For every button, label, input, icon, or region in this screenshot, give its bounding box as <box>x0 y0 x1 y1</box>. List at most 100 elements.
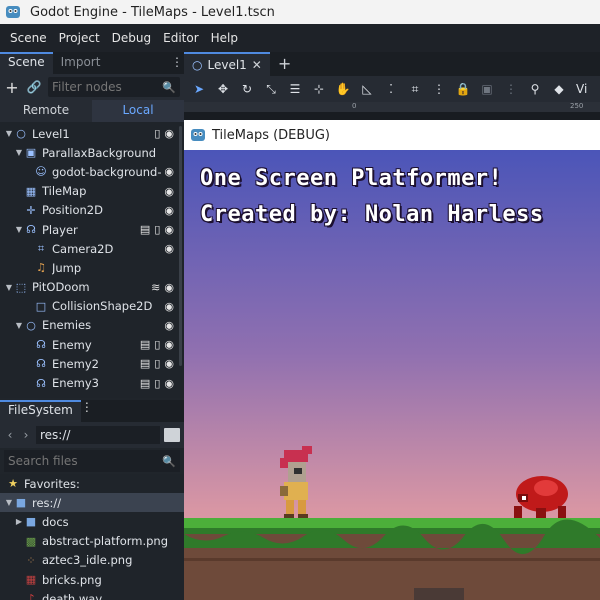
scene-tab-level1[interactable]: ○ Level1 ✕ <box>184 52 270 76</box>
tree-row-camera2d[interactable]: ⌗ Camera2D ◉ <box>0 239 184 258</box>
menu-help[interactable]: Help <box>205 31 244 45</box>
signal-icon[interactable]: ≋ <box>151 281 160 294</box>
script-icon[interactable]: ▯ <box>154 127 160 140</box>
back-arrow-icon[interactable]: ‹ <box>4 428 16 442</box>
game-title-line2: Created by: Nolan Harless <box>200 202 544 227</box>
collapse-arrow-icon[interactable]: ▼ <box>14 321 24 330</box>
forward-arrow-icon[interactable]: › <box>20 428 32 442</box>
menu-project[interactable]: Project <box>53 31 106 45</box>
scene-tree-scrollbar[interactable] <box>179 126 182 366</box>
tree-row-pitodoom[interactable]: ▼ ⬚ PitODoom ≋ ◉ <box>0 278 184 297</box>
tree-row-tilemap[interactable]: ▦ TileMap ◉ <box>0 182 184 201</box>
visibility-eye-icon[interactable]: ◉ <box>164 127 174 140</box>
tree-row-enemies[interactable]: ▼ ○ Enemies ◉ <box>0 316 184 335</box>
visibility-eye-icon[interactable]: ◉ <box>164 204 174 217</box>
tree-row-label: Enemy2 <box>52 356 99 371</box>
clapper-icon[interactable]: ▤ <box>140 357 150 370</box>
bone-icon[interactable]: ⚲ <box>524 82 546 96</box>
fs-row-death-wav[interactable]: ♪ death.wav <box>0 589 184 600</box>
godot-logo-icon <box>191 129 205 141</box>
instance-scene-icon[interactable]: 🔗 <box>26 80 42 94</box>
fs-row-label: death.wav <box>42 591 103 600</box>
search-icon: 🔍 <box>162 80 176 94</box>
expand-arrow-icon[interactable]: ▶ <box>14 517 24 526</box>
clapper-icon[interactable]: ▤ <box>140 223 150 236</box>
add-node-icon[interactable]: + <box>4 78 20 97</box>
ruler-tool-icon[interactable]: ◺ <box>356 82 378 96</box>
collapse-arrow-icon[interactable]: ▼ <box>14 225 24 234</box>
filter-nodes-field[interactable]: 🔍 <box>48 77 180 97</box>
menu-debug[interactable]: Debug <box>106 31 157 45</box>
view-menu[interactable]: Vi <box>576 82 587 96</box>
menu-editor[interactable]: Editor <box>157 31 205 45</box>
collapse-arrow-icon[interactable]: ▼ <box>14 148 24 157</box>
pan-tool-icon[interactable]: ✋ <box>332 82 354 96</box>
tab-scene[interactable]: Scene <box>0 52 53 74</box>
tree-row-collisionshape2d[interactable]: □ CollisionShape2D ◉ <box>0 297 184 316</box>
dock-menu-icon[interactable]: ⋮ <box>81 400 93 422</box>
filesystem-path-field[interactable]: res:// <box>36 426 160 444</box>
script-icon[interactable]: ▯ <box>154 377 160 390</box>
game-viewport[interactable]: One Screen Platformer! Created by: Nolan… <box>184 150 600 600</box>
fs-row-res[interactable]: ▼ ■ res:// <box>0 493 184 513</box>
group-icon[interactable]: ▣ <box>476 82 498 96</box>
scale-tool-icon[interactable]: ⤡ <box>260 82 282 97</box>
visibility-eye-icon[interactable]: ◉ <box>164 242 174 255</box>
visibility-eye-icon[interactable]: ◉ <box>164 357 174 370</box>
grid-snap-icon[interactable]: ⌗ <box>404 82 426 97</box>
tab-filesystem[interactable]: FileSystem <box>0 400 81 422</box>
select-tool-icon[interactable]: ➤ <box>188 82 210 96</box>
rotate-tool-icon[interactable]: ↻ <box>236 82 258 96</box>
script-icon[interactable]: ▯ <box>154 223 160 236</box>
add-tab-icon[interactable]: + <box>270 52 299 76</box>
fs-row-docs[interactable]: ▶ ■ docs <box>0 512 184 531</box>
collapse-arrow-icon[interactable]: ▼ <box>4 283 14 292</box>
visibility-eye-icon[interactable]: ◉ <box>164 300 174 313</box>
fs-row-favorites[interactable]: ★ Favorites: <box>0 474 184 493</box>
pivot-icon[interactable]: ⊹ <box>308 82 330 96</box>
camera-override-icon[interactable]: ◆ <box>548 82 570 96</box>
local-button[interactable]: Local <box>92 100 184 122</box>
tree-row-position2d[interactable]: ✛ Position2D ◉ <box>0 201 184 220</box>
tree-row-parallax[interactable]: ▼ ▣ ParallaxBackground <box>0 143 184 162</box>
search-files-field[interactable]: 🔍 <box>4 450 180 472</box>
visibility-eye-icon[interactable]: ◉ <box>164 223 174 236</box>
tree-row-enemy2[interactable]: ☊ Enemy2 ▤ ▯ ◉ <box>0 354 184 373</box>
collapse-arrow-icon[interactable]: ▼ <box>4 498 14 507</box>
tree-row-level1[interactable]: ▼ ○ Level1 ▯ ◉ <box>0 124 184 143</box>
fs-row-abstract-platform[interactable]: ▩ abstract-platform.png <box>0 532 184 551</box>
tree-row-enemy[interactable]: ☊ Enemy ▤ ▯ ◉ <box>0 335 184 354</box>
visibility-eye-icon[interactable]: ◉ <box>164 165 174 178</box>
remote-button[interactable]: Remote <box>0 100 92 122</box>
filter-nodes-input[interactable] <box>52 80 163 94</box>
visibility-eye-icon[interactable]: ◉ <box>164 185 174 198</box>
visibility-eye-icon[interactable]: ◉ <box>164 281 174 294</box>
move-tool-icon[interactable]: ✥ <box>212 82 234 96</box>
search-files-input[interactable] <box>8 454 163 468</box>
visibility-eye-icon[interactable]: ◉ <box>164 377 174 390</box>
visibility-eye-icon[interactable]: ◉ <box>164 319 174 332</box>
script-icon[interactable]: ▯ <box>154 357 160 370</box>
tree-row-enemy3[interactable]: ☊ Enemy3 ▤ ▯ ◉ <box>0 373 184 392</box>
close-icon[interactable]: ✕ <box>252 58 262 72</box>
fs-row-bricks[interactable]: ▦ bricks.png <box>0 570 184 589</box>
menu-scene[interactable]: Scene <box>4 31 53 45</box>
tree-row-player[interactable]: ▼ ☊ Player ▤ ▯ ◉ <box>0 220 184 239</box>
more-options-icon[interactable]: ⋮ <box>428 82 450 96</box>
clapper-icon[interactable]: ▤ <box>140 377 150 390</box>
script-icon[interactable]: ▯ <box>154 338 160 351</box>
snap-icon[interactable]: ⁚ <box>380 82 402 96</box>
tree-row-godot-background[interactable]: ☺ godot-background- ◉ <box>0 162 184 181</box>
clapper-icon[interactable]: ▤ <box>140 338 150 351</box>
skeleton-icon[interactable]: ⋮ <box>500 82 522 96</box>
split-mode-icon[interactable] <box>164 428 180 442</box>
tree-row-jump[interactable]: ♫ Jump <box>0 258 184 277</box>
collapse-arrow-icon[interactable]: ▼ <box>4 129 14 138</box>
fs-row-aztec3-idle[interactable]: ⁘ aztec3_idle.png <box>0 551 184 570</box>
tilemap-icon: ▦ <box>25 184 37 198</box>
tab-import[interactable]: Import <box>53 52 109 74</box>
visibility-eye-icon[interactable]: ◉ <box>164 338 174 351</box>
dock-menu-icon[interactable]: ⋮ <box>170 52 184 74</box>
lock-icon[interactable]: 🔒 <box>452 82 474 96</box>
list-select-icon[interactable]: ☰ <box>284 82 306 96</box>
